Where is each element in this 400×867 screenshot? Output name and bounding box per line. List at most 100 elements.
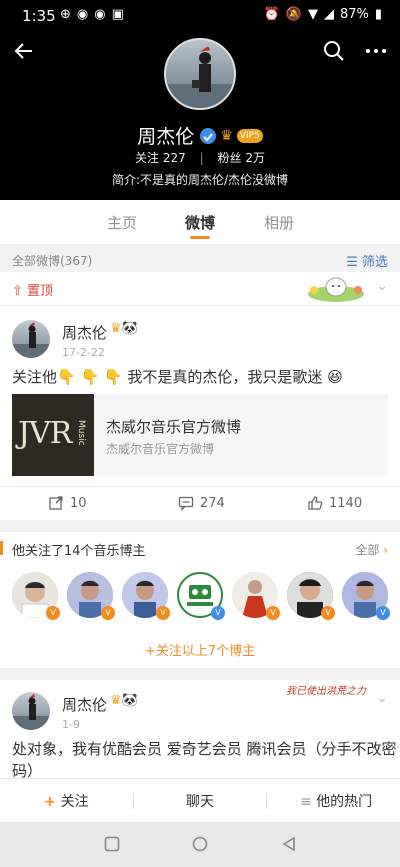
- see-all-label: 全部: [355, 543, 380, 557]
- system-icons: ⏰ 🔕 ▼ ◢ 87% ▮: [264, 7, 382, 22]
- profile-name: 周杰伦: [137, 126, 195, 148]
- profile-action-bar: + 关注 聊天 ≡ 他的热门: [0, 778, 400, 822]
- image-icon: ▣: [111, 7, 124, 22]
- active-tab-indicator: [190, 236, 210, 239]
- verified-badge-icon: V: [211, 606, 225, 620]
- comment-button[interactable]: 274: [178, 495, 225, 511]
- repost-count: 10: [70, 495, 87, 511]
- like-count: 1140: [329, 495, 363, 511]
- badge-icons: ♛🐼: [110, 693, 138, 708]
- share-thumbnail: JVR Music: [12, 394, 94, 476]
- back-triangle-icon[interactable]: [281, 836, 297, 852]
- blogger-avatar-list: V V V V V V V: [10, 572, 390, 624]
- verified-badge-icon: V: [46, 606, 60, 620]
- weibo-icon: ◉: [76, 7, 89, 22]
- crown-icon: ♛: [110, 693, 122, 708]
- followers-link[interactable]: 粉丝 2万: [217, 151, 264, 165]
- pinned-label-group: ⇧ 置顶: [12, 280, 53, 299]
- hot-posts-button[interactable]: ≡ 他的热门: [300, 791, 372, 811]
- following-label: 关注: [135, 151, 160, 165]
- avatar-image: [12, 322, 50, 358]
- system-navigation-bar: [0, 822, 400, 867]
- post-avatar[interactable]: [12, 320, 50, 358]
- see-all-link[interactable]: 全部 ›: [355, 541, 388, 558]
- post-avatar[interactable]: [12, 692, 50, 730]
- tab-weibo[interactable]: 微博: [185, 212, 215, 233]
- avatar-image: [12, 694, 50, 730]
- comment-icon: [178, 496, 194, 511]
- stats-divider: |: [199, 151, 204, 165]
- post-count: 全部微博(367): [12, 254, 93, 268]
- follow-button[interactable]: + 关注: [44, 791, 89, 811]
- more-icon[interactable]: [364, 38, 388, 64]
- following-link[interactable]: 关注 227: [135, 151, 186, 165]
- music-bloggers-card: 他关注了14个音乐博主 全部 › V V V V V V V +关注以上7个博主: [0, 532, 400, 668]
- share-subtitle: 杰威尔音乐官方微博: [106, 442, 215, 456]
- profile-header: 1:35 ⊕ ◉ ◉ ▣ ⏰ 🔕 ▼ ◢ 87% ▮ 周杰伦 ♛ VIP5 关注…: [0, 0, 400, 200]
- follow-all-button[interactable]: +关注以上7个博主: [0, 640, 400, 659]
- pinned-sticker-icon: [308, 277, 364, 302]
- post-author[interactable]: 周杰伦: [62, 694, 107, 715]
- tab-album[interactable]: 相册: [264, 212, 294, 233]
- mute-icon: 🔕: [285, 7, 302, 22]
- wifi-icon: ▼: [307, 7, 318, 22]
- post-actions: 10 274 1140: [0, 486, 400, 520]
- panda-icon: 🐼: [121, 693, 138, 708]
- hot-posts-label: 他的热门: [316, 794, 373, 810]
- jvr-logo-text: JVR: [18, 416, 72, 451]
- list-icon: ≡: [300, 794, 317, 810]
- share-title: 杰威尔音乐官方微博: [106, 418, 242, 436]
- like-icon: [308, 496, 323, 510]
- lock-icon: ⊕: [60, 7, 71, 22]
- verified-badge-icon: V: [101, 606, 115, 620]
- following-count: 227: [162, 151, 186, 165]
- profile-name-row: 周杰伦 ♛ VIP5: [0, 122, 400, 149]
- post-sticker-text: 我已使出洪荒之力: [286, 686, 366, 697]
- music-heading: 他关注了14个音乐博主: [0, 540, 146, 559]
- repost-button[interactable]: 10: [48, 495, 87, 511]
- notification-icons: ⊕ ◉ ◉ ▣: [60, 7, 124, 22]
- profile-bio: 简介:不是真的周杰伦/杰伦没微博: [111, 173, 289, 187]
- pin-icon: ⇧: [12, 284, 28, 299]
- crown-icon: ♛: [220, 127, 233, 144]
- post-date: 17-2-22: [62, 346, 105, 359]
- shared-link-card[interactable]: JVR Music 杰威尔音乐官方微博 杰威尔音乐官方微博: [12, 394, 388, 476]
- post-author[interactable]: 周杰伦: [62, 322, 107, 343]
- post-text-line: 处对象，我有优酷会员 爱奇艺会员 腾讯会员（分手不改密: [12, 740, 397, 758]
- post-card: 周杰伦 ♛🐼 1-9 我已使出洪荒之力 ⌄ 处对象，我有优酷会员 爱奇艺会员 腾…: [0, 680, 400, 790]
- status-bar: 1:35 ⊕ ◉ ◉ ▣ ⏰ 🔕 ▼ ◢ 87% ▮: [0, 0, 400, 30]
- home-icon[interactable]: [192, 836, 208, 852]
- signal-icon: ◢: [323, 7, 334, 22]
- recents-icon[interactable]: [104, 836, 120, 852]
- pinned-label: 置顶: [27, 284, 54, 299]
- back-arrow-icon[interactable]: [12, 38, 36, 64]
- post-text: 关注他👇 👇 👇 我不是真的杰伦，我只是歌迷 😆: [12, 368, 343, 386]
- plus-icon: +: [44, 794, 61, 810]
- battery-icon: ▮: [374, 7, 382, 22]
- divider: [133, 793, 134, 809]
- filter-button[interactable]: ☰ 筛选: [346, 251, 388, 270]
- crown-icon: ♛: [110, 321, 122, 336]
- filter-icon: ☰: [346, 255, 362, 270]
- verified-icon: [200, 127, 217, 144]
- tab-home[interactable]: 主页: [107, 212, 137, 233]
- vip-badge[interactable]: VIP5: [236, 128, 263, 143]
- comment-count: 274: [200, 495, 225, 511]
- search-icon[interactable]: [322, 38, 346, 64]
- profile-stats: 关注 227 | 粉丝 2万: [0, 149, 400, 166]
- weibo-icon: ◉: [94, 7, 106, 22]
- chat-button[interactable]: 聊天: [186, 791, 214, 811]
- verified-badge-icon: V: [156, 606, 170, 620]
- chevron-down-icon[interactable]: ⌄: [376, 278, 388, 294]
- status-time: 1:35: [22, 7, 56, 25]
- like-button[interactable]: 1140: [307, 495, 362, 511]
- profile-avatar[interactable]: [164, 38, 236, 110]
- post-date: 1-9: [62, 718, 80, 731]
- verified-badge-icon: V: [321, 606, 335, 620]
- pinned-row[interactable]: ⇧ 置顶 ⌄: [0, 272, 400, 306]
- verified-badge-icon: V: [376, 606, 390, 620]
- follow-label: 关注: [60, 794, 89, 810]
- divider: [266, 793, 267, 809]
- weibo-profile-screen: 1:35 ⊕ ◉ ◉ ▣ ⏰ 🔕 ▼ ◢ 87% ▮ 周杰伦 ♛ VIP5 关注…: [0, 0, 400, 867]
- chevron-down-icon[interactable]: ⌄: [376, 690, 388, 706]
